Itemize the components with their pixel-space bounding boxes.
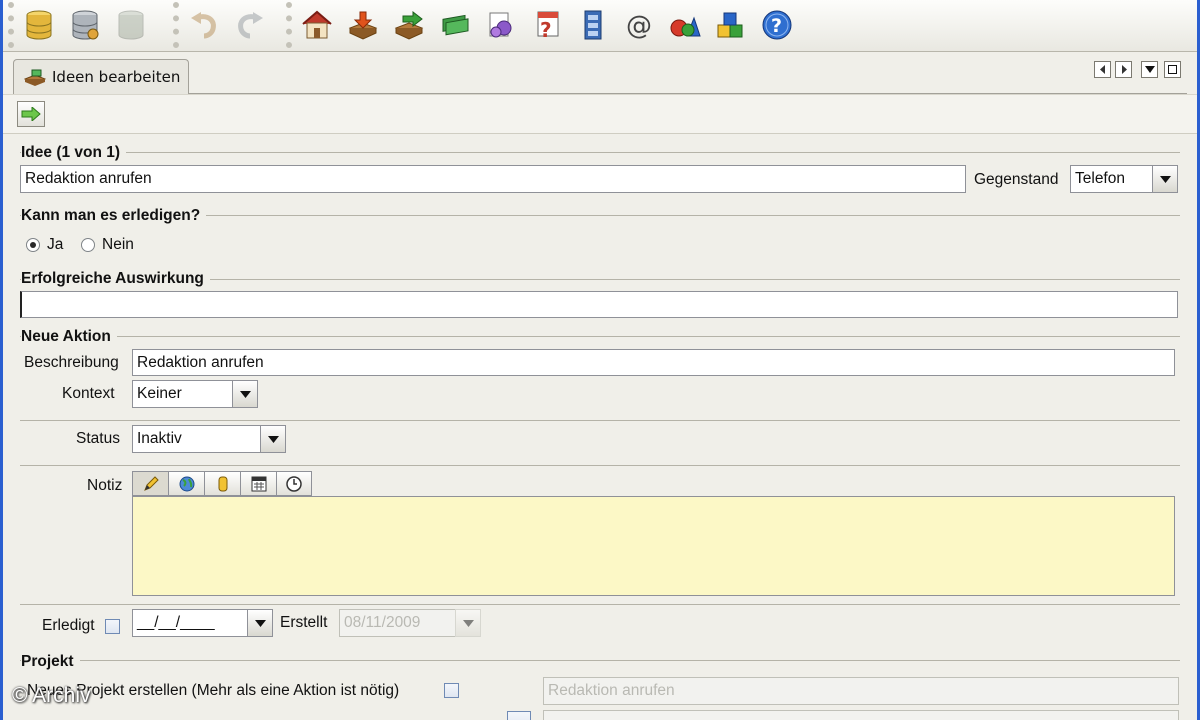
inbox-import-icon[interactable] [342,4,384,46]
tab-menu-button[interactable] [1141,61,1158,78]
scroll-left-button[interactable] [1094,61,1111,78]
toolbar-group-database [8,2,156,48]
filing-cabinet-icon[interactable] [572,4,614,46]
erstellt-label: Erstellt [280,614,328,631]
erledigt-label: Erledigt [42,617,95,634]
triangle-down-icon [1144,66,1155,73]
maximize-icon [1168,65,1177,74]
home-icon[interactable] [296,4,338,46]
toolbar-group-history [173,2,275,48]
section-divider [20,465,1180,466]
section-divider [20,336,1180,337]
svg-text:@: @ [626,11,652,40]
notiz-toolbar [132,471,312,496]
kontext-value: Keiner [132,380,232,408]
tab-ideen-bearbeiten[interactable]: Ideen bearbeiten [13,59,189,94]
undo-icon[interactable] [183,4,225,46]
idee-title-input[interactable]: Redaktion anrufen [20,165,966,193]
radio-nein-label: Nein [102,236,134,253]
tab-strip: Ideen bearbeiten [3,52,1197,94]
auswirkung-input[interactable] [20,291,1178,318]
help-icon[interactable]: ? [756,4,798,46]
gegenstand-value: Telefon [1070,165,1152,193]
status-label: Status [76,430,120,447]
maximize-button[interactable] [1164,61,1181,78]
email-at-icon[interactable]: @ [618,4,660,46]
radio-ja[interactable] [26,238,40,252]
projekt-name-input: Redaktion anrufen [543,677,1179,705]
erledigt-date-picker[interactable]: __/__/____ [132,609,273,637]
pencil-icon[interactable] [132,471,168,496]
radio-nein[interactable] [81,238,95,252]
beschreibung-label: Beschreibung [24,354,119,371]
main-toolbar: ? @ ? [3,0,1197,52]
proceed-button[interactable] [17,101,45,127]
section-divider [20,152,1180,153]
gegenstand-select[interactable]: Telefon [1070,165,1178,193]
redo-icon[interactable] [229,4,271,46]
section-divider [20,420,1180,421]
erstellt-date-picker: 08/11/2009 [339,609,481,637]
radio-ja-label: Ja [47,236,64,253]
calendar-icon[interactable] [240,471,276,496]
arrow-left-icon [1099,65,1105,74]
erledigt-checkbox[interactable] [105,619,120,634]
projekt-select-input [543,710,1179,720]
chevron-down-icon [455,609,481,637]
file-icon[interactable] [204,471,240,496]
action-bar [3,94,1197,134]
arrow-right-green-icon [21,107,41,121]
database-disabled-icon[interactable] [110,4,152,46]
kontext-label: Kontext [62,385,115,402]
chevron-down-icon [247,609,273,637]
globe-icon[interactable] [168,471,204,496]
database-settings-icon[interactable] [64,4,106,46]
money-icon[interactable] [434,4,476,46]
gears-icon[interactable] [480,4,522,46]
toolbar-group-actions: ? @ ? [286,2,802,48]
svg-text:?: ? [540,18,552,41]
notiz-textarea[interactable] [132,496,1175,596]
status-value: Inaktiv [132,425,260,453]
watermark: © Archiv [12,684,91,707]
section-title-idee: Idee (1 von 1) [21,144,127,162]
idea-edit-icon [24,69,46,86]
chevron-down-icon [260,425,286,453]
gegenstand-label: Gegenstand [974,171,1059,188]
section-divider [20,660,1180,661]
neues-projekt-checkbox[interactable] [444,683,459,698]
svg-text:?: ? [771,15,782,37]
database-icon[interactable] [18,4,60,46]
status-select[interactable]: Inaktiv [132,425,286,453]
clock-icon[interactable] [276,471,312,496]
chevron-down-icon [232,380,258,408]
erledigt-date-value: __/__/____ [132,609,247,637]
scroll-right-button[interactable] [1115,61,1132,78]
erstellt-date-value: 08/11/2009 [339,609,455,637]
section-title-auswirkung: Erfolgreiche Auswirkung [21,270,210,288]
projekt-option-checkbox[interactable] [507,711,531,720]
beschreibung-input[interactable]: Redaktion anrufen [132,349,1175,376]
tab-label: Ideen bearbeiten [52,68,181,86]
arrow-right-icon [1121,65,1127,74]
process-icon[interactable] [388,4,430,46]
kontext-select[interactable]: Keiner [132,380,258,408]
app-window: ? @ ? Ideen bearbeiten Idee (1 von 1) Re… [0,0,1200,720]
notiz-label: Notiz [87,477,123,494]
shapes-icon[interactable] [664,4,706,46]
section-title-aktion: Neue Aktion [21,328,117,346]
blocks-icon[interactable] [710,4,752,46]
section-title-projekt: Projekt [21,653,80,671]
calendar-help-icon[interactable]: ? [526,4,568,46]
section-title-erledigen: Kann man es erledigen? [21,207,207,225]
section-divider [20,604,1180,605]
chevron-down-icon [1152,165,1178,193]
